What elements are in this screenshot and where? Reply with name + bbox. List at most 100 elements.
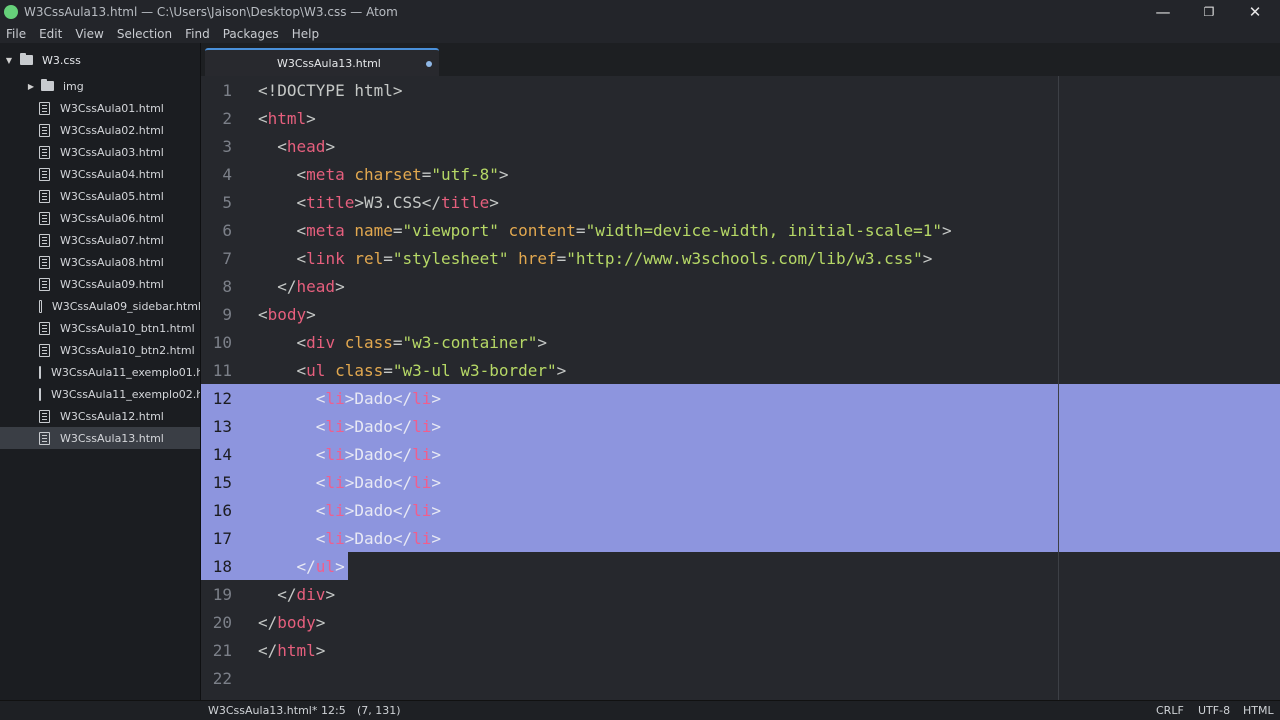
line-number[interactable]: 12 — [201, 389, 232, 408]
line-number[interactable]: 2 — [201, 109, 232, 128]
tree-file-item[interactable]: W3CssAula02.html — [0, 119, 200, 141]
line-number[interactable]: 14 — [201, 445, 232, 464]
line-number[interactable]: 4 — [201, 165, 232, 184]
code-line[interactable]: 19 </div> — [201, 580, 1280, 608]
line-number[interactable]: 1 — [201, 81, 232, 100]
tab-w3cssaula13[interactable]: W3CssAula13.html — [205, 48, 439, 76]
code-text: <head> — [258, 137, 335, 156]
line-number[interactable]: 10 — [201, 333, 232, 352]
menu-help[interactable]: Help — [292, 27, 319, 41]
code-token: = — [383, 360, 393, 380]
code-line[interactable]: 21 </html> — [201, 636, 1280, 664]
tree-file-item[interactable]: W3CssAula05.html — [0, 185, 200, 207]
code-line[interactable]: 8 </head> — [201, 272, 1280, 300]
code-line[interactable]: 4 <meta charset="utf-8"> — [201, 160, 1280, 188]
code-token: < — [296, 248, 307, 268]
tree-file-item[interactable]: W3CssAula09_sidebar.html — [0, 295, 200, 317]
project-root-folder[interactable]: ▼ W3.css — [0, 51, 200, 69]
code-line[interactable]: 9 <body> — [201, 300, 1280, 328]
code-line[interactable]: 6 <meta name="viewport" content="width=d… — [201, 216, 1280, 244]
code-token: > — [344, 388, 355, 408]
tree-file-item[interactable]: W3CssAula12.html — [0, 405, 200, 427]
status-file-name[interactable]: W3CssAula13.html* — [208, 704, 317, 717]
code-line[interactable]: 1 <!DOCTYPE html> — [201, 76, 1280, 104]
menu-find[interactable]: Find — [185, 27, 210, 41]
code-line[interactable]: 16 <li>Dado</li> — [201, 496, 1280, 524]
line-number[interactable]: 11 — [201, 361, 232, 380]
code-token: > — [344, 444, 355, 464]
file-icon — [39, 343, 50, 357]
status-selection-count: (7, 131) — [357, 704, 401, 717]
line-number[interactable]: 13 — [201, 417, 232, 436]
tree-file-label: W3CssAula11_exemplo02.html — [51, 387, 200, 401]
line-number[interactable]: 16 — [201, 501, 232, 520]
code-line[interactable]: 22 — [201, 664, 1280, 692]
line-number[interactable]: 20 — [201, 613, 232, 632]
code-token: Dado — [354, 528, 393, 548]
code-text: <meta charset="utf-8"> — [258, 165, 509, 184]
code-line[interactable]: 10 <div class="w3-container"> — [201, 328, 1280, 356]
modified-dot-icon[interactable] — [426, 61, 432, 67]
line-number[interactable]: 21 — [201, 641, 232, 660]
code-token: Dado — [354, 472, 393, 492]
menu-file[interactable]: File — [6, 27, 26, 41]
line-number[interactable]: 22 — [201, 669, 232, 688]
code-line[interactable]: 17 <li>Dado</li> — [201, 524, 1280, 552]
tree-file-item[interactable]: W3CssAula03.html — [0, 141, 200, 163]
maximize-button[interactable]: ❐ — [1186, 0, 1232, 24]
code-token: "http://www.w3schools.com/lib/w3.css" — [566, 248, 923, 268]
code-token: > — [556, 360, 567, 380]
code-line[interactable]: 5 <title>W3.CSS</title> — [201, 188, 1280, 216]
minimize-button[interactable]: — — [1140, 0, 1186, 24]
status-line-ending[interactable]: CRLF — [1156, 704, 1184, 717]
code-line[interactable]: 20 </body> — [201, 608, 1280, 636]
status-encoding[interactable]: UTF-8 — [1198, 704, 1230, 717]
tree-file-item[interactable]: W3CssAula07.html — [0, 229, 200, 251]
line-number[interactable]: 3 — [201, 137, 232, 156]
line-number[interactable]: 17 — [201, 529, 232, 548]
text-editor[interactable]: 1 <!DOCTYPE html> 2 <html> 3 <head> 4 <meta c… — [201, 76, 1280, 700]
code-line[interactable]: 7 <link rel="stylesheet" href="http://ww… — [201, 244, 1280, 272]
code-line[interactable]: 13 <li>Dado</li> — [201, 412, 1280, 440]
menu-selection[interactable]: Selection — [117, 27, 172, 41]
tree-file-item[interactable]: W3CssAula13.html — [0, 427, 200, 449]
tree-file-item[interactable]: W3CssAula10_btn2.html — [0, 339, 200, 361]
tree-file-item[interactable]: W3CssAula06.html — [0, 207, 200, 229]
status-cursor-position[interactable]: 12:5 — [321, 704, 346, 717]
line-number[interactable]: 19 — [201, 585, 232, 604]
tree-file-item[interactable]: W3CssAula01.html — [0, 97, 200, 119]
menu-edit[interactable]: Edit — [39, 27, 62, 41]
tree-file-item[interactable]: W3CssAula04.html — [0, 163, 200, 185]
code-token: "width=device-width, initial-scale=1" — [585, 220, 942, 240]
tree-file-item[interactable]: W3CssAula11_exemplo01.html — [0, 361, 200, 383]
line-number[interactable]: 9 — [201, 305, 232, 324]
line-number[interactable]: 7 — [201, 249, 232, 268]
line-number[interactable]: 5 — [201, 193, 232, 212]
code-line[interactable]: 14 <li>Dado</li> — [201, 440, 1280, 468]
tree-file-item[interactable]: W3CssAula09.html — [0, 273, 200, 295]
tree-file-item[interactable]: W3CssAula11_exemplo02.html — [0, 383, 200, 405]
menu-view[interactable]: View — [75, 27, 103, 41]
code-token: < — [258, 108, 268, 128]
code-line[interactable]: 11 <ul class="w3-ul w3-border"> — [201, 356, 1280, 384]
code-line[interactable]: 12 <li>Dado</li> — [201, 384, 1280, 412]
tree-folder-img[interactable]: ▶ img — [0, 75, 200, 97]
code-token: > — [431, 388, 442, 408]
tree-folder-label: img — [63, 79, 84, 93]
code-line[interactable]: 15 <li>Dado</li> — [201, 468, 1280, 496]
line-number[interactable]: 15 — [201, 473, 232, 492]
tree-file-item[interactable]: W3CssAula08.html — [0, 251, 200, 273]
menu-packages[interactable]: Packages — [223, 27, 279, 41]
close-button[interactable]: ✕ — [1232, 0, 1278, 24]
line-number[interactable]: 8 — [201, 277, 232, 296]
code-line[interactable]: 18 </ul> — [201, 552, 1280, 580]
line-number[interactable]: 18 — [201, 557, 232, 576]
code-line[interactable]: 2 <html> — [201, 104, 1280, 132]
tree-file-label: W3CssAula12.html — [60, 409, 164, 423]
code-line[interactable]: 3 <head> — [201, 132, 1280, 160]
tree-file-item[interactable]: W3CssAula10_btn1.html — [0, 317, 200, 339]
status-grammar[interactable]: HTML — [1243, 704, 1274, 717]
line-number[interactable]: 6 — [201, 221, 232, 240]
